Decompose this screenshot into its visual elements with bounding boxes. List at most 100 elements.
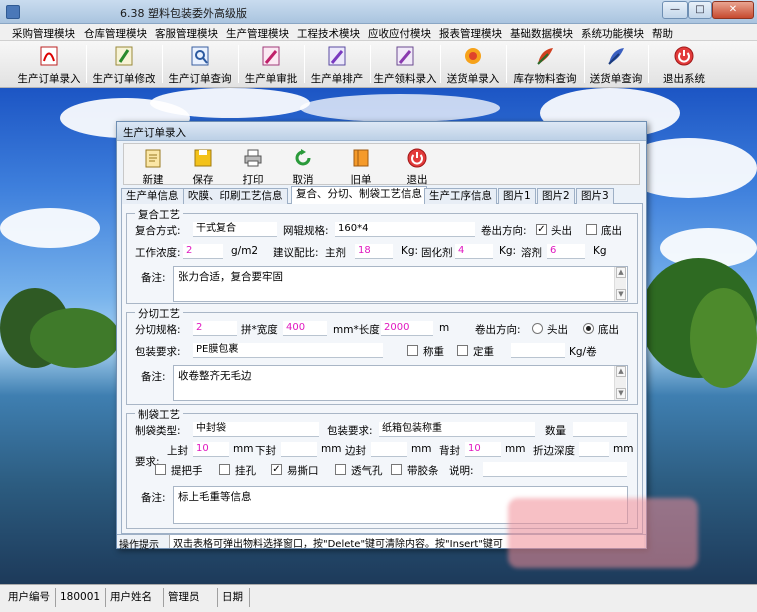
order-query-button[interactable]: 生产订单查询 [164, 43, 236, 86]
fixed-weight-checkbox[interactable] [457, 345, 468, 356]
exit-button[interactable]: 退出 [394, 145, 440, 186]
status-bar: 用户编号 180001 用户姓名 管理员 日期 [0, 584, 757, 612]
tab-image-3[interactable]: 图片3 [576, 188, 614, 204]
vent-hole-checkbox[interactable] [335, 464, 346, 475]
menu-production[interactable]: 生产管理模块 [226, 26, 289, 41]
tear-notch-checkbox[interactable]: ✓ [271, 464, 282, 475]
main-agent-field[interactable]: 18 [355, 244, 393, 259]
menu-help[interactable]: 帮助 [652, 26, 673, 41]
concentration-field[interactable]: 2 [183, 244, 223, 259]
scroll-up-icon[interactable]: ▲ [616, 267, 626, 278]
fold-depth-field[interactable] [579, 442, 609, 457]
laminate-method-field[interactable]: 干式复合 [193, 222, 277, 237]
scrollbar[interactable]: ▲ ▼ [614, 267, 626, 301]
exit-system-button[interactable]: 退出系统 [652, 43, 716, 86]
new-button[interactable]: 新建 [130, 145, 176, 186]
document-search-icon [191, 46, 209, 66]
handle-checkbox[interactable] [155, 464, 166, 475]
old-order-button[interactable]: 旧单 [338, 145, 384, 186]
bag-type-field[interactable]: 中封袋 [193, 422, 319, 437]
maximize-button[interactable]: □ [688, 1, 712, 19]
close-button[interactable]: ✕ [712, 1, 754, 19]
group-title: 复合工艺 [135, 207, 183, 222]
head-out-radio[interactable] [532, 323, 543, 334]
slit-count-field[interactable]: 2 [193, 321, 237, 336]
save-button[interactable]: 保存 [180, 145, 226, 186]
back-seal-field[interactable]: 10 [465, 442, 501, 457]
group-title: 分切工艺 [135, 306, 183, 321]
solvent-field[interactable]: 6 [547, 244, 585, 259]
menu-engineering[interactable]: 工程技术模块 [297, 26, 360, 41]
head-out-checkbox[interactable]: ✓ [536, 224, 547, 235]
watermark-overlay [508, 498, 698, 568]
material-issue-button[interactable]: 生产领料录入 [372, 43, 438, 86]
hang-hole-checkbox[interactable] [219, 464, 230, 475]
tail-out-checkbox[interactable] [586, 224, 597, 235]
tab-laminate-slit-bag[interactable]: 复合、分切、制袋工艺信息 [291, 186, 427, 205]
order-edit-button[interactable]: 生产订单修改 [88, 43, 160, 86]
tab-blow-print[interactable]: 吹膜、印刷工艺信息 [183, 188, 288, 204]
pen-blue-icon [328, 46, 346, 66]
app-icon [6, 5, 20, 19]
power-icon [674, 46, 694, 66]
menu-reports[interactable]: 报表管理模块 [439, 26, 502, 41]
weigh-checkbox[interactable] [407, 345, 418, 356]
tail-out-radio[interactable] [583, 323, 594, 334]
laminate-note-textarea[interactable]: 张力合适，复合要牢固 ▲ ▼ [173, 266, 628, 302]
menu-system[interactable]: 系统功能模块 [581, 26, 644, 41]
bottom-seal-field[interactable] [281, 442, 317, 457]
feather-icon [537, 48, 553, 65]
scrollbar[interactable]: ▲ ▼ [614, 366, 626, 400]
order-schedule-button[interactable]: 生产单排产 [306, 43, 368, 86]
menu-service[interactable]: 客服管理模块 [155, 26, 218, 41]
cancel-button[interactable]: 取消 [280, 145, 326, 186]
minimize-button[interactable]: — [662, 1, 688, 19]
main-toolbar: 生产订单录入 生产订单修改 生产订单查询 生产单审批 生产单排产 生产领料录入 … [0, 41, 757, 88]
order-entry-window: 生产订单录入 新建 保存 打印 取消 旧单 退出 生产单信息 吹膜、印刷工艺信息 [116, 121, 647, 551]
order-approve-button[interactable]: 生产单审批 [240, 43, 302, 86]
tab-image-1[interactable]: 图片1 [498, 188, 536, 204]
print-button[interactable]: 打印 [230, 145, 276, 186]
scroll-down-icon[interactable]: ▼ [616, 388, 626, 399]
stock-query-button[interactable]: 库存物料查询 [508, 43, 582, 86]
kg-per-roll-field[interactable] [511, 343, 565, 358]
leaf-icon [115, 46, 133, 66]
delivery-entry-button[interactable]: 送货单录入 [442, 43, 504, 86]
tab-order-info[interactable]: 生产单信息 [121, 188, 184, 204]
menu-warehouse[interactable]: 仓库管理模块 [84, 26, 147, 41]
curing-agent-field[interactable]: 4 [455, 244, 493, 259]
bag-description-field[interactable] [483, 462, 627, 477]
roller-spec-field[interactable]: 160*4 [335, 222, 475, 237]
new-document-icon [145, 149, 161, 168]
scroll-down-icon[interactable]: ▼ [616, 289, 626, 300]
title-bar: 6.38 塑料包装委外高级版 — □ ✕ [0, 0, 757, 24]
slit-note-textarea[interactable]: 收卷整齐无毛边 ▲ ▼ [173, 365, 628, 401]
delivery-query-button[interactable]: 送货单查询 [586, 43, 646, 86]
bag-pack-field[interactable]: 纸箱包装称重 [379, 422, 535, 437]
slit-width-field[interactable]: 400 [283, 321, 327, 336]
feather-blue-icon [608, 48, 624, 65]
child-window-title: 生产订单录入 [123, 127, 186, 139]
top-seal-field[interactable]: 10 [193, 442, 229, 457]
slit-length-field[interactable]: 2000 [381, 321, 433, 336]
menu-receivable[interactable]: 应收应付模块 [368, 26, 431, 41]
side-seal-field[interactable] [371, 442, 407, 457]
tab-process[interactable]: 生产工序信息 [424, 188, 497, 204]
flower-icon [465, 48, 481, 64]
laminate-group: 复合工艺 复合方式: 干式复合 网辊规格: 160*4 卷出方向: ✓ 头出 底… [126, 207, 638, 304]
child-title-bar: 生产订单录入 [117, 122, 646, 141]
slit-pack-field[interactable]: PE膜包裹 [193, 343, 383, 358]
order-entry-button[interactable]: 生产订单录入 [14, 43, 84, 86]
refresh-icon [295, 149, 311, 166]
window-title: 6.38 塑料包装委外高级版 [120, 7, 247, 20]
menu-purchase[interactable]: 采购管理模块 [12, 26, 75, 41]
menu-basedata[interactable]: 基础数据模块 [510, 26, 573, 41]
menu-bar: 采购管理模块 仓库管理模块 客服管理模块 生产管理模块 工程技术模块 应收应付模… [0, 24, 757, 41]
adhesive-strip-checkbox[interactable] [391, 464, 402, 475]
book-icon [353, 149, 369, 167]
power-icon [407, 148, 427, 168]
scroll-up-icon[interactable]: ▲ [616, 366, 626, 377]
printer-icon [244, 149, 262, 167]
bag-quantity-field[interactable] [573, 422, 627, 437]
tab-image-2[interactable]: 图片2 [537, 188, 575, 204]
